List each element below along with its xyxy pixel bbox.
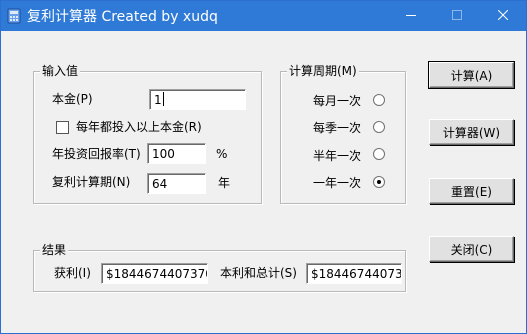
period-group-legend: 计算周期(M)	[287, 63, 359, 79]
rate-label: 年投资回报率(T)	[52, 147, 141, 161]
profit-output[interactable]: $18446744073709551615	[101, 263, 208, 284]
title-bar[interactable]: 复利计算器 Created by xudq	[1, 1, 526, 31]
period-radio-semiannual[interactable]	[373, 148, 385, 160]
periods-label: 复利计算期(N)	[52, 175, 131, 189]
result-group-legend: 结果	[40, 242, 69, 258]
reinvest-checkbox[interactable]	[56, 121, 69, 134]
maximize-icon	[452, 9, 462, 23]
input-group: 输入值 本金(P) 1 每年都投入以上本金(R) 年投资回报率(T) 100 %…	[33, 63, 262, 204]
window-title: 复利计算器 Created by xudq	[27, 9, 218, 25]
input-group-legend: 输入值	[40, 63, 81, 79]
profit-label: 获利(I)	[54, 266, 91, 280]
period-option-label-monthly: 每月一次	[313, 94, 362, 108]
period-radio-annual[interactable]	[373, 176, 385, 188]
app-icon	[7, 8, 21, 24]
period-radio-quarterly[interactable]	[373, 121, 385, 133]
total-output[interactable]: $18446744073709551616	[306, 263, 402, 284]
calculator-button[interactable]: 计算器(W)	[429, 119, 514, 145]
close-icon	[497, 9, 509, 23]
radio-selected-dot	[377, 180, 381, 184]
period-option-label-annual: 一年一次	[313, 176, 362, 190]
reinvest-label[interactable]: 每年都投入以上本金(R)	[76, 119, 202, 135]
periods-unit: 年	[218, 176, 231, 190]
minimize-icon	[406, 9, 416, 23]
period-group: 计算周期(M) 每月一次 每季一次 半年一次 一年一次	[280, 63, 406, 204]
principal-input[interactable]: 1	[149, 89, 246, 110]
periods-input[interactable]: 64	[147, 173, 206, 194]
period-option-label-quarterly: 每季一次	[313, 121, 362, 135]
rate-unit: %	[216, 147, 228, 161]
calculate-button[interactable]: 计算(A)	[428, 61, 515, 89]
period-radio-monthly[interactable]	[373, 94, 385, 106]
result-group: 结果 获利(I) $18446744073709551615 本利和总计(S) …	[33, 242, 406, 292]
principal-label: 本金(P)	[52, 92, 93, 106]
close-button[interactable]: 关闭(C)	[429, 236, 514, 262]
maximize-button[interactable]	[434, 1, 480, 31]
minimize-button[interactable]	[388, 1, 434, 31]
rate-input[interactable]: 100	[147, 143, 206, 164]
close-window-button[interactable]	[480, 1, 526, 31]
period-option-label-semiannual: 半年一次	[313, 149, 362, 163]
total-label: 本利和总计(S)	[220, 266, 297, 280]
reset-button[interactable]: 重置(E)	[429, 178, 514, 204]
app-window: 复利计算器 Created by xudq 输入值 本金(P) 1 每年都投入以…	[0, 0, 527, 334]
